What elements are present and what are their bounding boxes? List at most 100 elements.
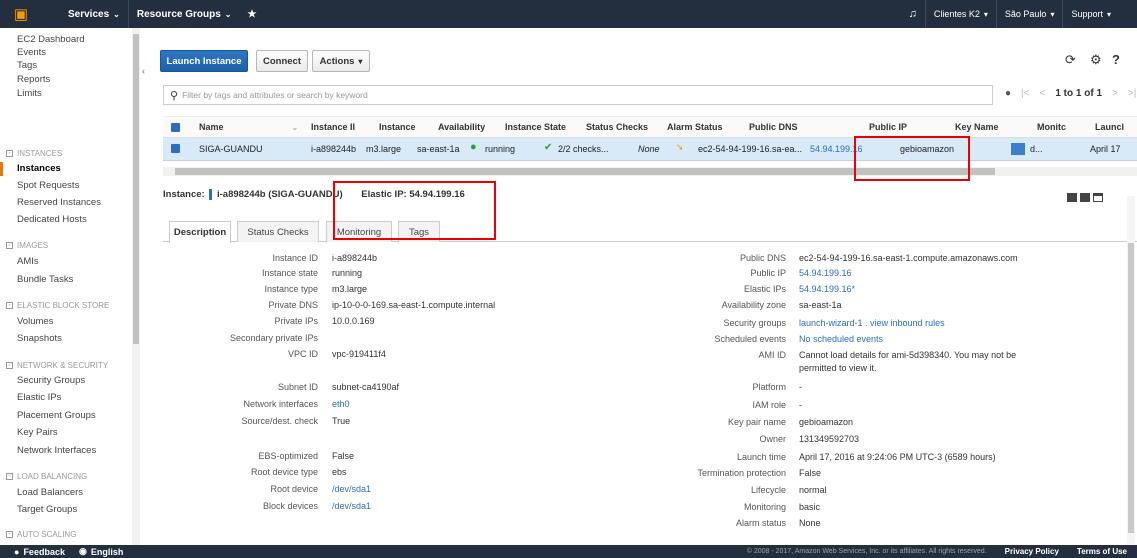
region-menu[interactable]: São Paulo ▾ (997, 0, 1063, 28)
gear-icon[interactable]: ⚙ (1090, 52, 1102, 68)
col-instance-type[interactable]: Instance (379, 122, 416, 132)
sidebar-item-ec2-dashboard[interactable]: EC2 Dashboard (17, 34, 85, 45)
help-icon[interactable]: ? (1112, 52, 1120, 67)
sidebar-item-security-groups[interactable]: Security Groups (17, 375, 85, 386)
tab-description[interactable]: Description (169, 221, 231, 244)
sidebar-item-snapshots[interactable]: Snapshots (17, 333, 62, 344)
resource-groups-menu[interactable]: Resource Groups ⌄ (129, 0, 240, 28)
sort-icon[interactable]: ⌄ (291, 122, 299, 133)
aws-cube-icon[interactable]: ▣ (10, 5, 32, 23)
select-all-checkbox[interactable] (171, 123, 180, 132)
section-load-balancing[interactable]: - LOAD BALANCING (6, 472, 87, 481)
panel-minimize-icon[interactable] (1093, 193, 1103, 202)
panel-maximize-icon[interactable] (1067, 193, 1077, 202)
label-network-interfaces: Network interfaces (243, 399, 318, 409)
next-page-icon[interactable]: > (1112, 88, 1118, 99)
link-root-device[interactable]: /dev/sda1 (332, 484, 371, 494)
sidebar-item-placement-groups[interactable]: Placement Groups (17, 410, 96, 421)
sidebar-item-load-balancers[interactable]: Load Balancers (17, 487, 83, 498)
launch-instance-button[interactable]: Launch Instance (160, 50, 248, 72)
label-platform: Platform (752, 382, 786, 392)
col-key-name[interactable]: Key Name (955, 122, 999, 132)
language-selector[interactable]: ◉ English (79, 546, 123, 557)
actions-button[interactable]: Actions ▾ (312, 50, 370, 72)
value-ebs-optimized: False (332, 451, 355, 461)
scrollbar-thumb[interactable] (1128, 243, 1134, 533)
sidebar-item-amis[interactable]: AMIs (17, 256, 39, 267)
sidebar-item-target-groups[interactable]: Target Groups (17, 504, 77, 515)
sidebar-item-spot-requests[interactable]: Spot Requests (17, 180, 79, 191)
col-availability[interactable]: Availability (438, 122, 485, 132)
chat-bubble-icon: ● (14, 546, 20, 557)
sidebar-item-dedicated-hosts[interactable]: Dedicated Hosts (17, 214, 87, 225)
account-menu[interactable]: Clientes K2 ▾ (926, 0, 996, 28)
label-private-ips: Private IPs (274, 316, 318, 326)
label-private-dns: Private DNS (268, 300, 318, 310)
col-status-checks[interactable]: Status Checks (586, 122, 648, 132)
section-elastic-block-store[interactable]: - ELASTIC BLOCK STORE (6, 301, 109, 310)
col-public-ip[interactable]: Public IP (869, 122, 907, 132)
section-images[interactable]: - IMAGES (6, 241, 48, 250)
privacy-policy-link[interactable]: Privacy Policy (1005, 547, 1059, 556)
sidebar-scrollbar[interactable] (132, 28, 140, 545)
cell-alarm-status: None (638, 144, 660, 154)
sidebar-item-events[interactable]: Events (17, 47, 46, 58)
scrollbar-thumb[interactable] (133, 34, 139, 344)
link-network-interface[interactable]: eth0 (332, 399, 350, 409)
value-ami-id: Cannot load details for ami-5d398340. Yo… (799, 350, 1017, 360)
sidebar-item-reserved-instances[interactable]: Reserved Instances (17, 197, 101, 208)
table-row[interactable]: SIGA-GUANDU i-a898244b m3.large sa-east-… (163, 138, 1137, 161)
bell-icon[interactable]: ♫ (901, 0, 925, 28)
search-bar[interactable]: ⚲ Filter by tags and attributes or searc… (163, 85, 993, 105)
first-page-icon[interactable]: |< (1021, 88, 1029, 99)
support-menu[interactable]: Support ▾ (1063, 0, 1119, 28)
tab-status-checks[interactable]: Status Checks (237, 221, 319, 242)
sidebar-item-elastic-ips[interactable]: Elastic IPs (17, 392, 61, 403)
value-elastic-ips[interactable]: 54.94.199.16* (799, 284, 855, 294)
col-public-dns[interactable]: Public DNS (749, 122, 798, 132)
chevron-down-icon: ▾ (983, 9, 988, 19)
section-instances[interactable]: - INSTANCES (6, 149, 62, 158)
terms-of-use-link[interactable]: Terms of Use (1077, 547, 1127, 556)
sidebar-item-tags[interactable]: Tags (17, 60, 37, 71)
cell-instance-id: i-a898244b (311, 144, 357, 154)
row-checkbox[interactable] (171, 144, 180, 153)
link-scheduled-events[interactable]: No scheduled events (799, 334, 883, 344)
details-scrollbar[interactable] (1127, 196, 1135, 545)
horizontal-scrollbar[interactable] (163, 167, 1137, 176)
running-status-icon: ● (470, 141, 477, 153)
sidebar-item-network-interfaces[interactable]: Network Interfaces (17, 445, 96, 456)
link-block-device[interactable]: /dev/sda1 (332, 501, 371, 511)
pin-star-icon[interactable]: ★ (239, 0, 264, 28)
connect-button[interactable]: Connect (256, 50, 308, 72)
sidebar-item-key-pairs[interactable]: Key Pairs (17, 427, 58, 438)
value-platform: - (799, 382, 802, 392)
help-circle-icon[interactable]: ● (1005, 88, 1011, 99)
sidebar-item-limits[interactable]: Limits (17, 88, 42, 99)
sidebar-item-reports[interactable]: Reports (17, 74, 50, 85)
col-name[interactable]: Name (199, 122, 224, 132)
feedback-link[interactable]: ● Feedback (14, 547, 65, 557)
collapse-sidebar-icon[interactable]: ‹ (142, 66, 145, 76)
value-alarm-status: None (799, 518, 821, 528)
label-monitoring: Monitoring (743, 502, 786, 512)
search-input[interactable]: Filter by tags and attributes or search … (182, 90, 368, 100)
col-launch-time[interactable]: Launcl (1095, 122, 1124, 132)
value-public-ip[interactable]: 54.94.199.16 (799, 268, 852, 278)
col-alarm-status[interactable]: Alarm Status (667, 122, 723, 132)
col-instance-id[interactable]: Instance II (311, 122, 355, 132)
last-page-icon[interactable]: >| (1128, 88, 1136, 99)
services-menu[interactable]: Services ⌄ (60, 0, 128, 28)
section-network-security[interactable]: - NETWORK & SECURITY (6, 361, 108, 370)
section-auto-scaling[interactable]: - AUTO SCALING (6, 530, 76, 539)
link-security-groups[interactable]: launch-wizard-1 . view inbound rules (799, 318, 945, 328)
sidebar-item-bundle-tasks[interactable]: Bundle Tasks (17, 274, 73, 285)
refresh-icon[interactable]: ⟳ (1065, 52, 1076, 68)
prev-page-icon[interactable]: < (1039, 88, 1045, 99)
col-instance-state[interactable]: Instance State (505, 122, 566, 132)
col-monitoring[interactable]: Monitc (1037, 122, 1066, 132)
sidebar-item-volumes[interactable]: Volumes (17, 316, 53, 327)
panel-split-icon[interactable] (1080, 193, 1090, 202)
sidebar-item-instances[interactable]: Instances (17, 163, 61, 174)
alarm-edit-icon[interactable]: ➘ (676, 142, 684, 153)
